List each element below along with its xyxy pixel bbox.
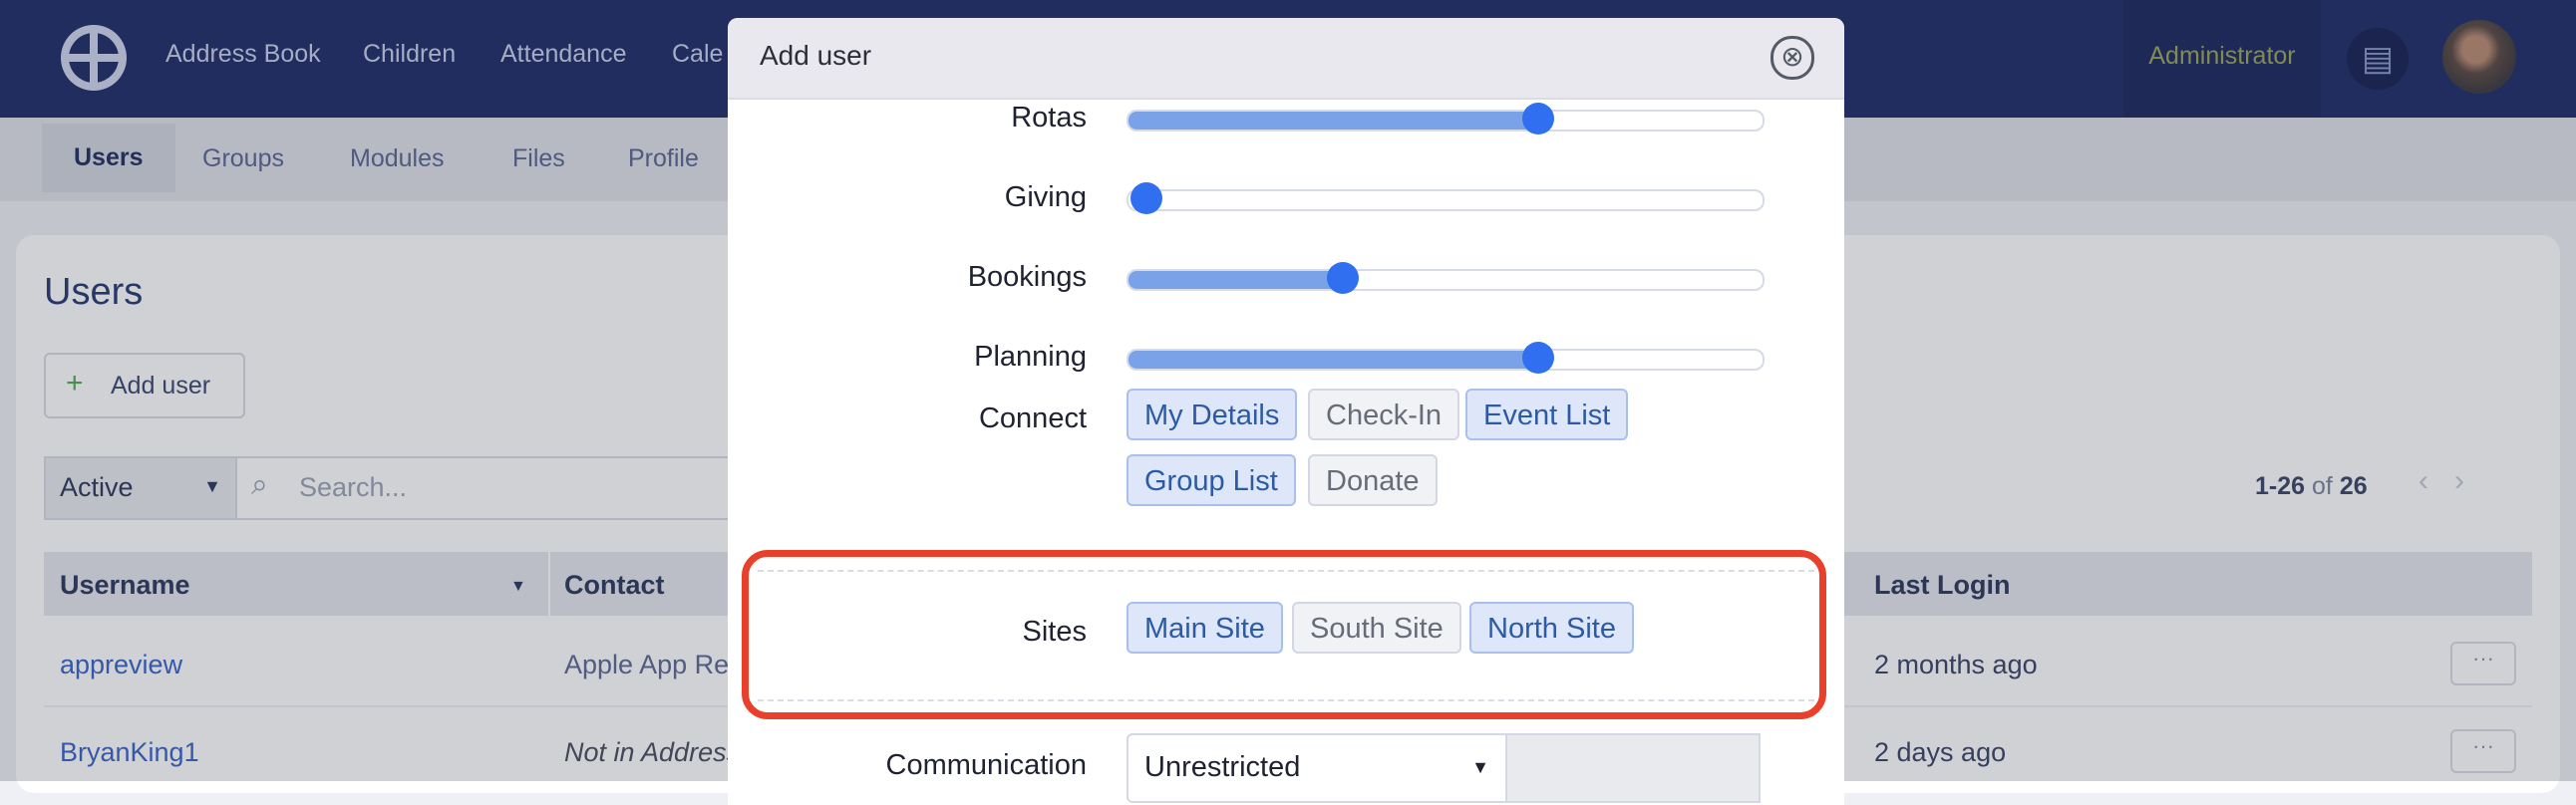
connect-option-event-list[interactable]: Event List <box>1465 389 1629 440</box>
slider-fill <box>1128 271 1338 289</box>
connect-option-my-details[interactable]: My Details <box>1127 389 1298 440</box>
communication-addon <box>1507 733 1761 803</box>
slider-thumb[interactable] <box>1130 182 1162 214</box>
connect-label: Connect <box>978 402 1087 434</box>
permission-label-rotas: Rotas <box>1011 102 1087 134</box>
connect-option-donate[interactable]: Donate <box>1308 454 1438 506</box>
slider-fill <box>1128 112 1547 130</box>
permission-slider-planning[interactable] <box>1127 349 1765 371</box>
slider-fill <box>1128 351 1547 369</box>
permission-label-giving: Giving <box>1004 181 1087 213</box>
permission-slider-rotas[interactable] <box>1127 110 1765 132</box>
modal-title: Add user <box>760 40 872 71</box>
communication-value: Unrestricted <box>1144 751 1301 783</box>
permission-label-planning: Planning <box>974 341 1087 373</box>
permission-slider-giving[interactable] <box>1127 189 1765 211</box>
permission-slider-bookings[interactable] <box>1127 269 1765 291</box>
permission-label-bookings: Bookings <box>967 261 1087 293</box>
chevron-down-icon: ▼ <box>1471 757 1489 777</box>
communication-select[interactable]: Unrestricted ▼ <box>1127 733 1507 803</box>
connect-option-check-in[interactable]: Check-In <box>1308 389 1460 440</box>
close-icon[interactable]: ⊗ <box>1771 36 1814 80</box>
connect-option-group-list[interactable]: Group List <box>1127 454 1296 506</box>
modal-header: Add user ⊗ <box>728 18 1844 100</box>
slider-thumb[interactable] <box>1326 262 1359 294</box>
sites-highlight-annotation <box>742 550 1826 719</box>
communication-label: Communication <box>885 749 1087 781</box>
